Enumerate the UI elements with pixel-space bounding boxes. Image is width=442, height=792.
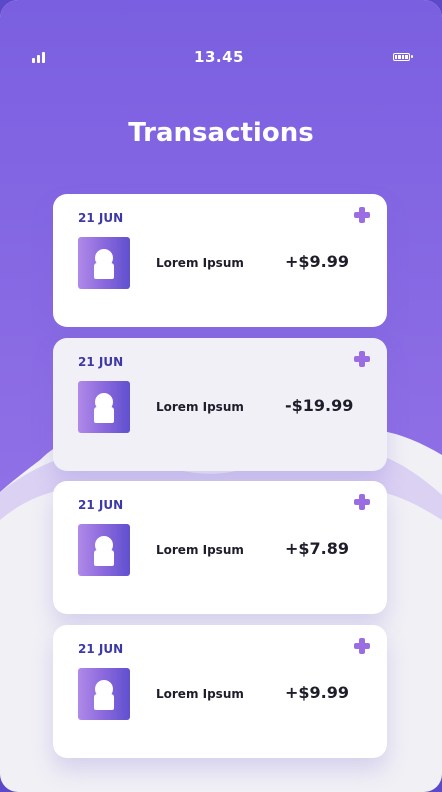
user-avatar-icon — [78, 524, 130, 576]
phone-screen: 13.45 Transactions 21 JUN Lorem Ipsum +$… — [0, 0, 442, 792]
transaction-card[interactable]: 21 JUN Lorem Ipsum -$19.99 — [53, 338, 387, 471]
transaction-name: Lorem Ipsum — [156, 400, 244, 414]
transaction-amount: +$7.89 — [285, 539, 350, 558]
battery-icon — [392, 53, 413, 61]
page-title: Transactions — [128, 118, 314, 148]
status-bar: 13.45 — [0, 40, 442, 74]
transaction-date: 21 JUN — [78, 211, 124, 225]
user-avatar-icon — [78, 668, 130, 720]
transaction-date: 21 JUN — [78, 498, 124, 512]
transaction-amount: +$9.99 — [285, 252, 350, 271]
user-avatar-icon — [78, 237, 130, 289]
plus-icon[interactable] — [354, 638, 370, 654]
transaction-card[interactable]: 21 JUN Lorem Ipsum +$7.89 — [53, 481, 387, 614]
status-time: 13.45 — [194, 48, 244, 66]
transaction-name: Lorem Ipsum — [156, 687, 244, 701]
transaction-amount: +$9.99 — [285, 683, 350, 702]
transaction-card[interactable]: 21 JUN Lorem Ipsum +$9.99 — [53, 194, 387, 327]
plus-icon[interactable] — [354, 351, 370, 367]
signal-bars-icon — [32, 51, 45, 63]
transaction-name: Lorem Ipsum — [156, 256, 244, 270]
user-avatar-icon — [78, 381, 130, 433]
transaction-amount: -$19.99 — [285, 396, 354, 415]
transaction-name: Lorem Ipsum — [156, 543, 244, 557]
plus-icon[interactable] — [354, 207, 370, 223]
transaction-date: 21 JUN — [78, 355, 124, 369]
transaction-card[interactable]: 21 JUN Lorem Ipsum +$9.99 — [53, 625, 387, 758]
transaction-date: 21 JUN — [78, 642, 124, 656]
plus-icon[interactable] — [354, 494, 370, 510]
